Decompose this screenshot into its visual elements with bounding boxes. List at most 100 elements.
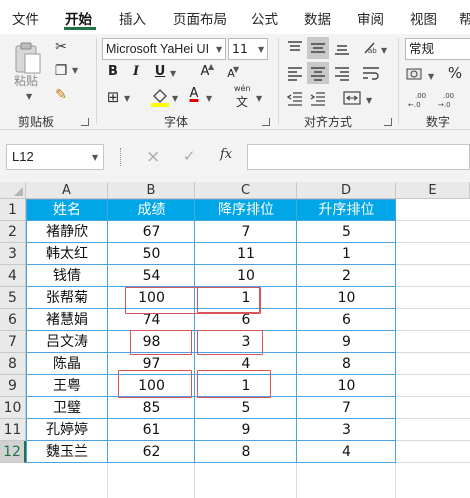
orientation-dropdown-icon[interactable]: ▼ [381, 46, 387, 55]
tab-page-layout[interactable]: 页面布局 [173, 8, 227, 28]
row-header-4[interactable]: 4 [0, 265, 26, 287]
insert-function-button[interactable]: fx [220, 147, 232, 162]
cell-col-a[interactable]: 褚静欣 [26, 221, 108, 243]
underline-button[interactable]: U [151, 62, 169, 82]
format-painter-icon[interactable]: ✎ [52, 86, 70, 104]
worksheet-grid[interactable]: A B C D E 1 2 3 4 5 6 7 8 9 10 11 12 姓名 成绩 降序排位 升序排位 褚静欣 67 7 5 韩… [0, 182, 470, 498]
cancel-icon[interactable]: × [146, 147, 160, 167]
row-header-9[interactable]: 9 [0, 375, 26, 397]
column-header-d[interactable]: D [297, 182, 396, 199]
cell-col-b[interactable]: 85 [108, 397, 195, 419]
cell-col-b[interactable]: 50 [108, 243, 195, 265]
accounting-format-icon[interactable] [406, 66, 426, 82]
cell-col-a[interactable]: 孔婷婷 [26, 419, 108, 441]
alignment-launcher-icon[interactable] [384, 118, 392, 126]
merge-dropdown-icon[interactable]: ▼ [366, 96, 372, 105]
tab-insert[interactable]: 插入 [119, 8, 146, 28]
orientation-icon[interactable]: ab [362, 40, 378, 56]
column-header-c[interactable]: C [195, 182, 297, 199]
increase-indent-icon[interactable] [310, 90, 326, 106]
tab-help[interactable]: 帮 [459, 8, 470, 28]
phonetic-dropdown-icon[interactable]: ▼ [256, 94, 262, 103]
row-header-8[interactable]: 8 [0, 353, 26, 375]
accounting-dropdown-icon[interactable]: ▼ [428, 72, 434, 81]
name-box[interactable]: L12 [6, 144, 104, 170]
tab-home[interactable]: 开始 [65, 8, 92, 28]
font-name-dropdown-icon[interactable]: ▼ [216, 45, 222, 54]
cell-col-b[interactable]: 62 [108, 441, 195, 463]
cell-col-b[interactable]: 61 [108, 419, 195, 441]
tab-data[interactable]: 数据 [304, 8, 331, 28]
cell-col-d[interactable]: 7 [297, 397, 396, 419]
cell-col-d[interactable]: 3 [297, 419, 396, 441]
bold-button[interactable]: B [104, 62, 122, 82]
number-format-select[interactable]: 常规 [405, 38, 470, 60]
font-name-select[interactable]: Microsoft YaHei UI [102, 38, 226, 60]
align-middle-icon[interactable] [310, 40, 326, 56]
enter-icon[interactable]: ✓ [183, 147, 196, 165]
row-header-3[interactable]: 3 [0, 243, 26, 265]
increase-decimal-icon[interactable]: .00←.0 [407, 90, 429, 108]
row-header-1[interactable]: 1 [0, 199, 26, 221]
row-header-12[interactable]: 12 [0, 441, 26, 463]
cell-col-d[interactable]: 10 [297, 287, 396, 309]
column-header-b[interactable]: B [108, 182, 195, 199]
italic-button[interactable]: I [127, 62, 145, 82]
cell-col-c[interactable]: 11 [195, 243, 297, 265]
cell-col-d[interactable]: 4 [297, 441, 396, 463]
paste-icon[interactable] [13, 42, 43, 76]
font-color-button[interactable]: A [185, 84, 203, 104]
cell-col-c[interactable]: 10 [195, 265, 297, 287]
cell-col-a[interactable]: 褚慧娟 [26, 309, 108, 331]
copy-icon[interactable]: ❐ [52, 62, 70, 80]
phonetic-guide-icon[interactable]: 文 [236, 93, 248, 110]
decrease-decimal-icon[interactable]: .00→.0 [437, 90, 459, 108]
column-header-e[interactable]: E [396, 182, 470, 199]
header-cell-col-d[interactable]: 升序排位 [297, 199, 396, 221]
header-cell-col-a[interactable]: 姓名 [26, 199, 108, 221]
cut-icon[interactable]: ✂ [52, 38, 70, 56]
header-cell-col-b[interactable]: 成绩 [108, 199, 195, 221]
align-bottom-icon[interactable] [334, 40, 350, 56]
cell-col-a[interactable]: 卫璧 [26, 397, 108, 419]
phonetic-guide-top[interactable]: wén [234, 84, 251, 93]
borders-dropdown-icon[interactable]: ▼ [124, 94, 130, 103]
column-header-a[interactable]: A [26, 182, 108, 199]
cell-col-a[interactable]: 钱倩 [26, 265, 108, 287]
font-size-dropdown-icon[interactable]: ▼ [258, 45, 264, 54]
cell-col-a[interactable]: 陈晶 [26, 353, 108, 375]
row-header-10[interactable]: 10 [0, 397, 26, 419]
font-color-dropdown-icon[interactable]: ▼ [206, 94, 212, 103]
underline-dropdown-icon[interactable]: ▼ [170, 69, 176, 78]
align-left-icon[interactable] [287, 65, 303, 81]
cell-col-a[interactable]: 张帮菊 [26, 287, 108, 309]
cell-col-a[interactable]: 王粤 [26, 375, 108, 397]
cell-col-a[interactable]: 吕文涛 [26, 331, 108, 353]
cell-col-c[interactable]: 9 [195, 419, 297, 441]
cell-col-c[interactable]: 5 [195, 397, 297, 419]
row-header-2[interactable]: 2 [0, 221, 26, 243]
paste-dropdown-icon[interactable]: ▼ [26, 92, 32, 101]
copy-dropdown-icon[interactable]: ▼ [72, 66, 78, 75]
tab-review[interactable]: 审阅 [357, 8, 384, 28]
align-top-icon[interactable] [287, 40, 303, 56]
cell-col-d[interactable]: 2 [297, 265, 396, 287]
header-cell-col-c[interactable]: 降序排位 [195, 199, 297, 221]
cell-col-c[interactable]: 8 [195, 441, 297, 463]
borders-icon[interactable]: ⊞ [104, 88, 122, 106]
tab-formulas[interactable]: 公式 [251, 8, 278, 28]
cell-col-d[interactable]: 10 [297, 375, 396, 397]
clipboard-launcher-icon[interactable] [81, 118, 89, 126]
merge-center-icon[interactable] [343, 90, 361, 106]
row-header-11[interactable]: 11 [0, 419, 26, 441]
cell-col-d[interactable]: 6 [297, 309, 396, 331]
cell-col-a[interactable]: 魏玉兰 [26, 441, 108, 463]
row-header-7[interactable]: 7 [0, 331, 26, 353]
tab-view[interactable]: 视图 [410, 8, 437, 28]
cell-col-b[interactable]: 67 [108, 221, 195, 243]
align-right-icon[interactable] [334, 65, 350, 81]
tab-file[interactable]: 文件 [12, 8, 39, 28]
cell-col-d[interactable]: 9 [297, 331, 396, 353]
fill-color-dropdown-icon[interactable]: ▼ [172, 94, 178, 103]
cell-col-a[interactable]: 韩太红 [26, 243, 108, 265]
